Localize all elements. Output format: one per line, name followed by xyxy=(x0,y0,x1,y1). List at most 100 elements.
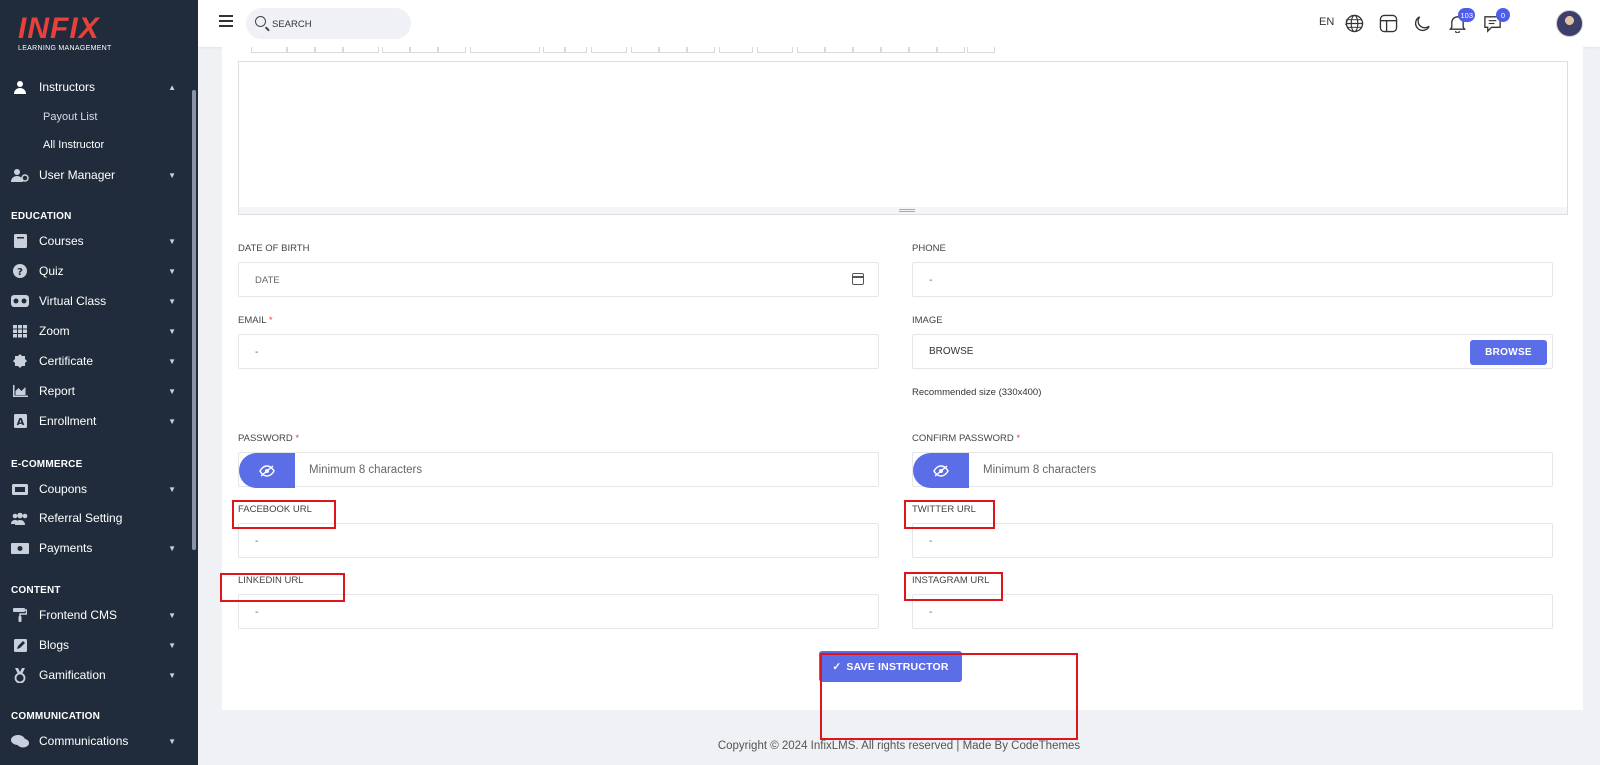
dob-input[interactable] xyxy=(255,272,831,288)
toolbar-button[interactable] xyxy=(719,47,753,53)
linkedin-url-input[interactable] xyxy=(255,604,831,620)
email-label: EMAIL * xyxy=(238,315,273,326)
sidebar-item-payments[interactable]: Payments ▼ xyxy=(0,534,192,562)
sidebar-subitem-payout-list[interactable]: Payout List xyxy=(43,111,97,123)
email-input[interactable] xyxy=(255,344,831,360)
password-field[interactable] xyxy=(238,452,885,488)
browse-button[interactable]: BROWSE xyxy=(1470,340,1547,365)
sidebar-subitem-all-instructor[interactable]: All Instructor xyxy=(43,139,104,151)
calendar-icon[interactable] xyxy=(852,273,864,285)
password-input[interactable] xyxy=(309,462,885,478)
question-icon: ? xyxy=(11,264,29,278)
image-upload-field[interactable]: BROWSE BROWSE xyxy=(912,334,1553,369)
toolbar-button[interactable] xyxy=(631,47,659,53)
editor-resize-handle[interactable] xyxy=(238,207,1568,215)
instagram-url-label: INSTAGRAM URL xyxy=(912,575,990,586)
toolbar-button[interactable] xyxy=(591,47,627,53)
toolbar-button[interactable] xyxy=(757,47,793,53)
sidebar-item-coupons[interactable]: Coupons ▼ xyxy=(0,475,192,503)
password-visibility-toggle[interactable] xyxy=(239,453,295,488)
sidebar-item-blogs[interactable]: Blogs ▼ xyxy=(0,631,192,659)
user-avatar[interactable] xyxy=(1556,10,1583,37)
toolbar-button[interactable] xyxy=(470,47,540,53)
sidebar-item-courses[interactable]: Courses ▼ xyxy=(0,227,192,255)
sidebar-item-quiz[interactable]: ? Quiz ▼ xyxy=(0,257,192,285)
toolbar-button[interactable] xyxy=(659,47,687,53)
sidebar-item-referral-setting[interactable]: Referral Setting xyxy=(0,504,192,532)
toolbar-button[interactable] xyxy=(382,47,410,53)
layout-icon[interactable] xyxy=(1379,14,1398,33)
confirm-password-label-text: CONFIRM PASSWORD xyxy=(912,433,1014,444)
globe-icon[interactable] xyxy=(1345,14,1364,33)
language-label: EN xyxy=(1319,16,1335,28)
rich-text-editor-area[interactable] xyxy=(238,61,1568,208)
notification-bell-icon[interactable]: 103 xyxy=(1448,8,1475,34)
toolbar-button[interactable] xyxy=(565,47,587,53)
eye-slash-icon xyxy=(933,464,949,477)
vr-headset-icon xyxy=(11,294,29,308)
sidebar-item-report[interactable]: Report ▼ xyxy=(0,377,192,405)
user-icon xyxy=(11,80,29,94)
facebook-url-input[interactable] xyxy=(255,533,831,549)
logo-main: INFIX xyxy=(18,12,100,45)
instagram-url-field[interactable] xyxy=(912,594,1553,629)
menu-toggle-icon[interactable] xyxy=(219,15,233,27)
instagram-url-input[interactable] xyxy=(929,604,1505,620)
toolbar-button[interactable] xyxy=(967,47,995,53)
sidebar-scrollbar[interactable] xyxy=(192,90,196,550)
sidebar: INFIX LEARNING MANAGEMENT Instructors ▲ … xyxy=(0,0,198,765)
confirm-password-input[interactable] xyxy=(983,462,1559,478)
password-label: PASSWORD * xyxy=(238,433,299,444)
sidebar-item-virtual-class[interactable]: Virtual Class ▼ xyxy=(0,287,192,315)
linkedin-url-field[interactable] xyxy=(238,594,879,629)
app-logo[interactable]: INFIX LEARNING MANAGEMENT xyxy=(18,12,112,53)
sidebar-item-instructors[interactable]: Instructors ▲ xyxy=(0,73,192,101)
sidebar-item-certificate[interactable]: Certificate ▼ xyxy=(0,347,192,375)
chevron-down-icon: ▼ xyxy=(168,640,176,650)
confirm-password-field[interactable] xyxy=(912,452,1559,488)
save-instructor-button[interactable]: ✓ SAVE INSTRUCTOR xyxy=(819,651,962,682)
toolbar-button[interactable] xyxy=(343,47,379,53)
toolbar-button[interactable] xyxy=(853,47,881,53)
paint-roller-icon xyxy=(11,608,29,622)
eye-slash-icon xyxy=(259,464,275,477)
toolbar-button[interactable] xyxy=(438,47,466,53)
phone-field[interactable] xyxy=(912,262,1553,297)
toolbar-button[interactable] xyxy=(410,47,438,53)
sidebar-item-enrollment[interactable]: A Enrollment ▼ xyxy=(0,407,192,435)
chevron-down-icon: ▼ xyxy=(168,543,176,553)
moon-icon[interactable] xyxy=(1413,14,1432,33)
toolbar-button[interactable] xyxy=(315,47,343,53)
sidebar-item-communications[interactable]: Communications ▼ xyxy=(0,727,192,755)
toolbar-button[interactable] xyxy=(937,47,965,53)
search-input[interactable] xyxy=(272,15,402,33)
facebook-url-field[interactable] xyxy=(238,523,879,558)
toolbar-button[interactable] xyxy=(251,47,287,53)
toolbar-button[interactable] xyxy=(909,47,937,53)
page-footer: Copyright © 2024 InfixLMS. All rights re… xyxy=(717,740,1081,752)
toolbar-button[interactable] xyxy=(687,47,715,53)
money-bill-icon xyxy=(11,541,29,555)
toolbar-button[interactable] xyxy=(287,47,315,53)
sidebar-item-label: Frontend CMS xyxy=(39,608,118,622)
twitter-url-input[interactable] xyxy=(929,533,1505,549)
search-box[interactable] xyxy=(246,8,411,39)
toolbar-button[interactable] xyxy=(881,47,909,53)
sidebar-item-label: Payments xyxy=(39,541,93,555)
toolbar-button[interactable] xyxy=(543,47,565,53)
dob-field[interactable] xyxy=(238,262,879,297)
sidebar-item-frontend-cms[interactable]: Frontend CMS ▼ xyxy=(0,601,192,629)
save-instructor-label: SAVE INSTRUCTOR xyxy=(846,660,949,673)
message-icon[interactable]: 0 xyxy=(1483,8,1510,33)
toolbar-button[interactable] xyxy=(797,47,825,53)
toolbar-button[interactable] xyxy=(825,47,853,53)
sidebar-item-gamification[interactable]: Gamification ▼ xyxy=(0,661,192,689)
sidebar-item-label: User Manager xyxy=(39,168,116,182)
email-field[interactable] xyxy=(238,334,879,369)
twitter-url-field[interactable] xyxy=(912,523,1553,558)
sidebar-item-user-manager[interactable]: User Manager ▼ xyxy=(0,161,192,189)
user-gear-icon xyxy=(11,168,29,182)
sidebar-item-zoom[interactable]: Zoom ▼ xyxy=(0,317,192,345)
phone-input[interactable] xyxy=(929,272,1505,288)
confirm-password-visibility-toggle[interactable] xyxy=(913,453,969,488)
